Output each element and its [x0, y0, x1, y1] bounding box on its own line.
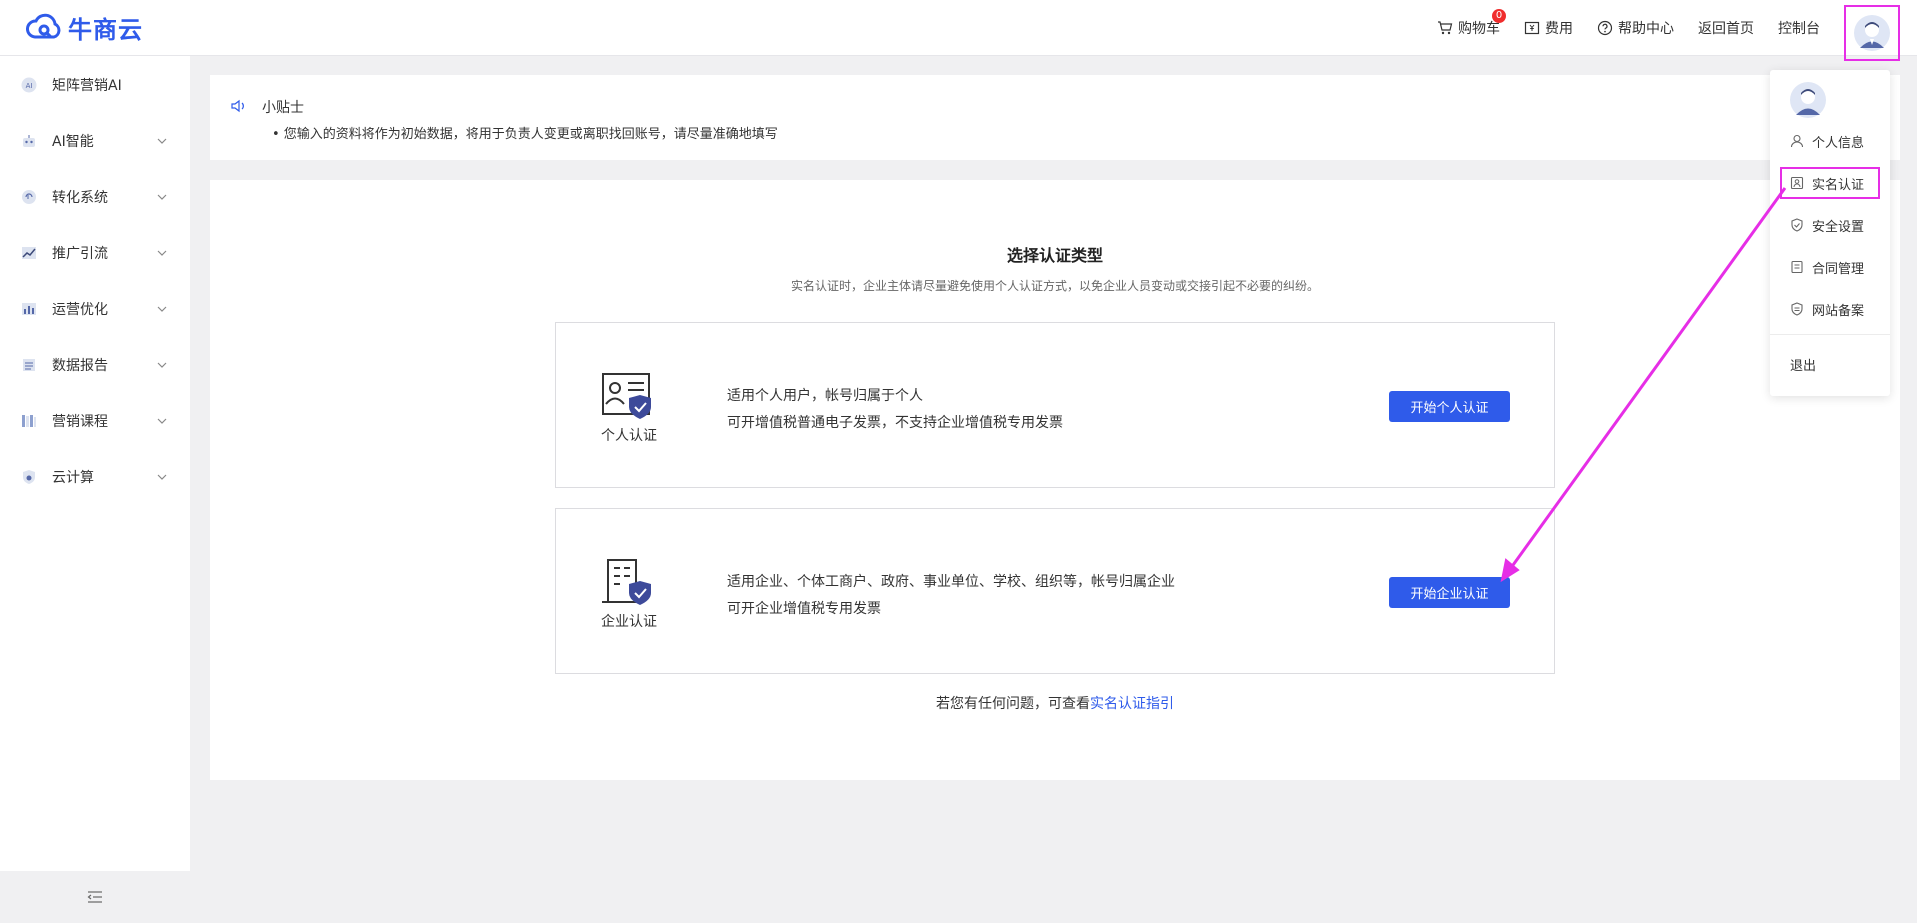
- trend-icon: [20, 244, 38, 262]
- user-avatar-button[interactable]: [1844, 5, 1900, 61]
- brand-name: 牛商云: [68, 16, 143, 44]
- tip-text: • 您输入的资料将作为初始数据，将用于负责人变更或离职找回账号，请尽量准确地填写: [272, 127, 778, 142]
- sidebar-item-label: 营销课程: [52, 414, 108, 430]
- menu-item-logout[interactable]: 退出: [1790, 353, 1816, 375]
- top-header: 牛商云 购物车 0 费用 帮助中心 返回首页 控制台: [0, 0, 1917, 61]
- chevron-down-icon: [157, 474, 167, 480]
- menu-item-site-filing[interactable]: 网站备案: [1790, 298, 1864, 320]
- sidebar-item-label: 运营优化: [52, 302, 108, 318]
- avatar-icon: [1854, 15, 1890, 51]
- enterprise-cert-label: 企业认证: [601, 614, 657, 630]
- brand-logo[interactable]: 牛商云: [26, 10, 143, 45]
- user-icon: [1790, 134, 1804, 148]
- start-personal-cert-button[interactable]: 开始个人认证: [1389, 391, 1510, 422]
- sidebar-item-conversion[interactable]: 转化系统: [0, 177, 190, 217]
- sidebar-item-ai[interactable]: AI智能: [0, 121, 190, 161]
- help-prefix: 若您有任何问题，可查看: [936, 696, 1090, 712]
- bar-chart-icon: [20, 300, 38, 318]
- start-enterprise-cert-button[interactable]: 开始企业认证: [1389, 577, 1510, 608]
- tip-title: 小贴士: [262, 100, 304, 116]
- chevron-down-icon: [157, 194, 167, 200]
- help-center-link[interactable]: 帮助中心: [1597, 18, 1674, 38]
- menu-item-label: 网站备案: [1812, 303, 1865, 319]
- cart-link[interactable]: 购物车 0: [1437, 9, 1506, 38]
- chevron-down-icon: [157, 362, 167, 368]
- menu-item-real-name-auth[interactable]: 实名认证: [1780, 167, 1880, 199]
- home-link[interactable]: 返回首页: [1698, 18, 1754, 38]
- fee-label: 费用: [1545, 21, 1573, 37]
- sidebar-item-promotion[interactable]: 推广引流: [0, 233, 190, 273]
- personal-desc-line2: 可开增值税普通电子发票，不支持企业增值税专用发票: [727, 415, 1063, 431]
- shield-icon: [1791, 218, 1803, 232]
- chevron-down-icon: [157, 250, 167, 256]
- sidebar-item-courses[interactable]: 营销课程: [0, 401, 190, 441]
- home-label: 返回首页: [1698, 21, 1754, 37]
- menu-item-profile[interactable]: 个人信息: [1790, 130, 1864, 152]
- sidebar-item-label: AI智能: [52, 134, 94, 150]
- top-nav: 购物车 0 费用 帮助中心 返回首页 控制台: [1437, 0, 1917, 61]
- sidebar-item-label: 云计算: [52, 470, 94, 486]
- menu-divider: [1770, 334, 1890, 335]
- robot-icon: [20, 132, 38, 150]
- page-subtitle: 实名认证时，企业主体请尽量避免使用个人认证方式，以免企业人员变动或交接引起不必要…: [790, 279, 1319, 293]
- user-dropdown-menu: 个人信息 实名认证 安全设置 合同管理 网站备案 退出: [1770, 70, 1890, 396]
- filing-icon: [1791, 302, 1803, 316]
- sidebar-item-label: 数据报告: [52, 358, 108, 374]
- console-label: 控制台: [1778, 21, 1820, 37]
- menu-item-label: 合同管理: [1812, 261, 1865, 277]
- help-icon: [1597, 20, 1613, 36]
- chevron-down-icon: [157, 306, 167, 312]
- cart-count-badge: 0: [1492, 9, 1506, 23]
- fee-link[interactable]: 费用: [1524, 18, 1573, 38]
- avatar-icon: [1790, 82, 1826, 118]
- id-card-icon: [1790, 176, 1804, 190]
- cloud-logo-icon: [26, 13, 61, 38]
- cert-guide-link[interactable]: 实名认证指引: [1090, 696, 1174, 712]
- console-link[interactable]: 控制台: [1778, 18, 1820, 38]
- personal-cert-label: 个人认证: [601, 428, 657, 444]
- cart-icon: [1438, 21, 1453, 35]
- cloud-shield-icon: [20, 468, 38, 486]
- personal-id-icon: [602, 373, 651, 419]
- fee-icon: [1524, 21, 1540, 35]
- menu-item-label: 个人信息: [1812, 135, 1865, 151]
- books-icon: [20, 412, 38, 430]
- contract-icon: [1791, 260, 1803, 274]
- personal-desc-line1: 适用个人用户，帐号归属于个人: [727, 388, 923, 404]
- enterprise-cert-card: 企业认证 适用企业、个体工商户、政府、事业单位、学校、组织等，帐号归属企业 可开…: [555, 508, 1555, 674]
- personal-cert-card: 个人认证 适用个人用户，帐号归属于个人 可开增值税普通电子发票，不支持企业增值税…: [555, 322, 1555, 488]
- enterprise-desc-line2: 可开企业增值税专用发票: [727, 601, 881, 617]
- collapse-menu-icon: [87, 891, 102, 903]
- chevron-down-icon: [157, 138, 167, 144]
- sidebar-item-operations[interactable]: 运营优化: [0, 289, 190, 329]
- menu-item-label: 退出: [1790, 358, 1817, 374]
- enterprise-cert-description: 适用企业、个体工商户、政府、事业单位、学校、组织等，帐号归属企业 可开企业增值税…: [727, 569, 1175, 623]
- conversion-icon: [20, 188, 38, 206]
- sidebar-collapse-button[interactable]: [0, 871, 190, 923]
- enterprise-building-icon: [602, 559, 651, 605]
- menu-item-label: 实名认证: [1812, 177, 1865, 193]
- menu-item-contracts[interactable]: 合同管理: [1790, 256, 1864, 278]
- sidebar-item-label: 矩阵营销AI: [52, 78, 122, 94]
- menu-item-security[interactable]: 安全设置: [1790, 214, 1864, 236]
- personal-cert-description: 适用个人用户，帐号归属于个人 可开增值税普通电子发票，不支持企业增值税专用发票: [727, 383, 1063, 437]
- tip-card: 小贴士 • 您输入的资料将作为初始数据，将用于负责人变更或离职找回账号，请尽量准…: [210, 75, 1900, 160]
- sidebar-item-label: 转化系统: [52, 190, 108, 206]
- sidebar-item-cloud[interactable]: 云计算: [0, 457, 190, 497]
- sidebar-item-data-report[interactable]: 数据报告: [0, 345, 190, 385]
- report-icon: [20, 356, 38, 374]
- chevron-down-icon: [157, 418, 167, 424]
- sidebar: AI 矩阵营销AI AI智能 转化系统 推广引流 运营优化 数据报告 营销课程 …: [0, 56, 190, 923]
- ai-icon: AI: [20, 76, 38, 94]
- page-title: 选择认证类型: [1006, 246, 1103, 265]
- speaker-icon: [231, 99, 244, 113]
- cert-type-panel: 选择认证类型 实名认证时，企业主体请尽量避免使用个人认证方式，以免企业人员变动或…: [210, 180, 1900, 780]
- svg-text:AI: AI: [26, 82, 33, 90]
- menu-item-label: 安全设置: [1812, 219, 1865, 235]
- sidebar-item-label: 推广引流: [52, 246, 108, 262]
- help-label: 帮助中心: [1618, 21, 1674, 37]
- enterprise-desc-line1: 适用企业、个体工商户、政府、事业单位、学校、组织等，帐号归属企业: [727, 574, 1175, 590]
- help-line: 若您有任何问题，可查看实名认证指引: [210, 693, 1900, 713]
- sidebar-item-matrix-ai[interactable]: AI 矩阵营销AI: [0, 65, 190, 105]
